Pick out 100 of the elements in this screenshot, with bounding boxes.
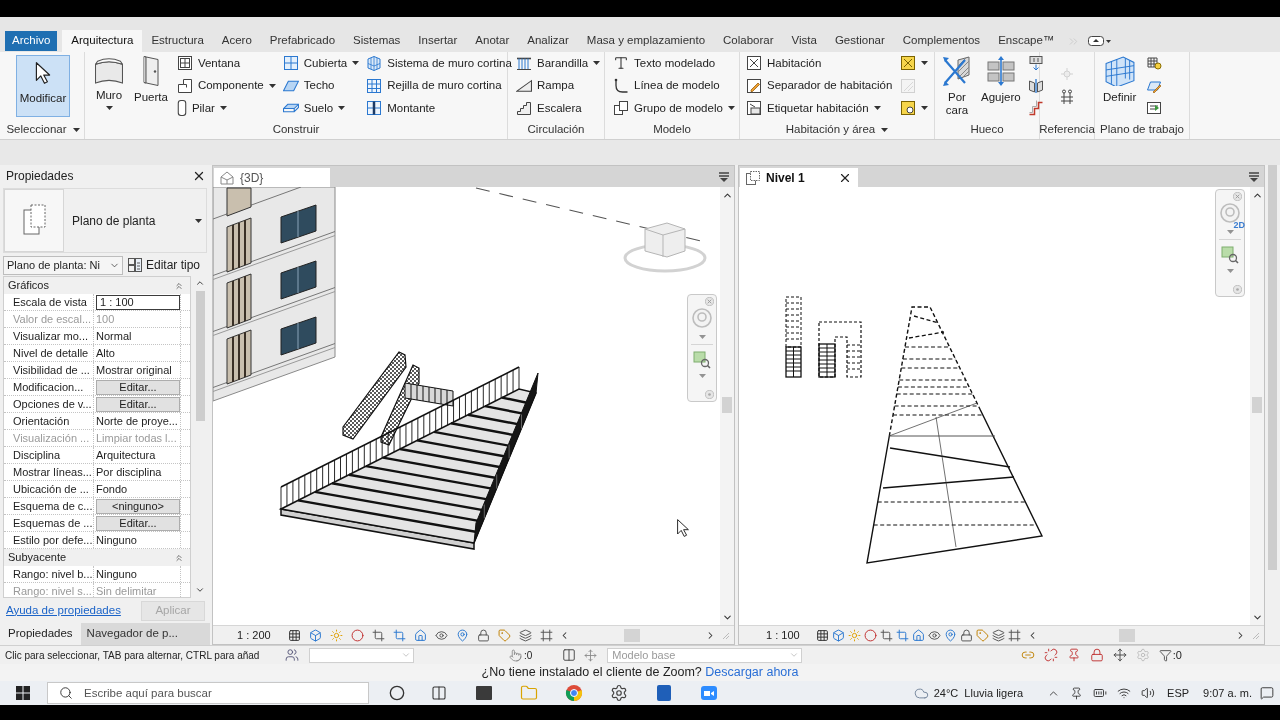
crop-icon[interactable] xyxy=(372,628,385,642)
sun-icon[interactable] xyxy=(848,628,861,642)
eye-icon[interactable] xyxy=(928,628,941,642)
scrollbar-thumb[interactable] xyxy=(1252,397,1262,413)
sun-icon[interactable] xyxy=(330,628,343,642)
search-field[interactable]: Escribe aquí para buscar xyxy=(47,682,369,704)
ribbon-tab[interactable]: Vista xyxy=(782,30,826,52)
tool-button[interactable]: Línea de modelo xyxy=(613,74,735,97)
help-link[interactable]: Ayuda de propiedades xyxy=(6,601,121,620)
tool-button[interactable]: Modificar xyxy=(16,55,70,117)
notification-icon[interactable] xyxy=(1260,686,1274,700)
tool-button[interactable]: Cubierta xyxy=(282,52,360,75)
tool-button[interactable]: Montante xyxy=(366,97,512,120)
ribbon-tab[interactable]: Anotar xyxy=(466,30,519,52)
lock-icon[interactable] xyxy=(960,628,973,642)
tool-button[interactable]: Texto modelado xyxy=(613,52,735,75)
view-tab[interactable]: Nivel 1 xyxy=(740,168,858,187)
crop-icon[interactable] xyxy=(896,628,909,642)
ribbon-tab[interactable]: Insertar xyxy=(409,30,467,52)
grid-icon[interactable] xyxy=(288,628,301,642)
tool-button[interactable]: Sistema de muro cortina xyxy=(366,52,512,75)
scrollbar-thumb[interactable] xyxy=(195,291,205,421)
type-selector[interactable]: Plano de planta xyxy=(3,188,207,253)
zoom-icon[interactable] xyxy=(693,351,711,369)
layers-icon[interactable] xyxy=(992,628,1005,642)
tool-button[interactable]: Grupo de modelo xyxy=(613,97,735,120)
scrollbar[interactable] xyxy=(1250,187,1264,625)
pin-icon[interactable] xyxy=(1070,686,1084,700)
tool-button[interactable]: Escalera xyxy=(516,97,601,120)
ribbon-tab[interactable]: Prefabricado xyxy=(260,30,345,52)
edit-type-button[interactable]: Editar tipo xyxy=(128,256,201,274)
property-button[interactable]: Editar... xyxy=(96,515,180,531)
volume-icon[interactable] xyxy=(1141,686,1156,700)
panel-tab[interactable]: Navegador de p... xyxy=(80,623,210,645)
close-circle-icon[interactable] xyxy=(1233,192,1242,201)
view-tab[interactable]: {3D} xyxy=(214,168,330,187)
windows-logo-icon[interactable] xyxy=(16,686,30,700)
property-button[interactable]: Editar... xyxy=(96,379,180,395)
pin-icon[interactable] xyxy=(1066,648,1081,662)
property-button[interactable]: <ninguno> xyxy=(96,498,180,514)
menu-icon[interactable] xyxy=(718,171,730,182)
browser-icon[interactable] xyxy=(565,684,583,702)
scrollbar[interactable] xyxy=(720,187,734,625)
circle-icon[interactable] xyxy=(389,685,405,701)
video-camera-icon[interactable] xyxy=(700,684,718,702)
property-input[interactable]: 1 : 100 xyxy=(96,294,180,310)
pin-icon[interactable] xyxy=(456,628,469,642)
square-icon[interactable] xyxy=(475,684,493,702)
gear-icon[interactable] xyxy=(610,684,628,702)
ribbon-tab[interactable]: Arquitectura xyxy=(62,30,143,52)
crop-icon[interactable] xyxy=(880,628,893,642)
panel-title-button[interactable]: Seleccionar xyxy=(6,121,80,139)
weather-text[interactable]: 24°C Lluvia ligera xyxy=(933,684,1024,702)
close-icon[interactable] xyxy=(192,169,206,183)
tool-button[interactable]: Definir xyxy=(1101,52,1139,105)
move-icon[interactable] xyxy=(1112,648,1127,662)
tool-button[interactable]: Etiquetar habitación xyxy=(746,97,893,120)
ribbon-tab[interactable]: Enscape™ xyxy=(989,30,1064,52)
ribbon-tab[interactable]: Acero xyxy=(212,30,261,52)
ribbon-tab[interactable]: Sistemas xyxy=(344,30,410,52)
scrollbar-thumb[interactable] xyxy=(722,397,732,413)
tool-button[interactable]: Componente xyxy=(176,74,276,97)
tool-button[interactable]: Agujero xyxy=(979,52,1023,105)
panel-title-button[interactable]: Habitación y área xyxy=(785,121,889,139)
pin-icon[interactable] xyxy=(944,628,957,642)
ribbon-tab[interactable]: Colaborar xyxy=(714,30,783,52)
menu-icon[interactable] xyxy=(1248,171,1260,182)
unlink-icon[interactable] xyxy=(1043,648,1058,662)
tool-button[interactable]: Ventana xyxy=(176,52,276,75)
tile-icon[interactable] xyxy=(655,684,673,702)
tag-icon[interactable] xyxy=(498,628,511,642)
tool-button[interactable]: Puerta xyxy=(132,52,170,105)
scrollbar-thumb[interactable] xyxy=(1268,165,1277,570)
scrollbar-thumb[interactable] xyxy=(1119,628,1136,642)
folder-icon[interactable] xyxy=(520,684,538,702)
lock-icon[interactable] xyxy=(1089,648,1104,662)
tool-button[interactable]: Rejilla de muro cortina xyxy=(366,74,512,97)
tag-icon[interactable] xyxy=(976,628,989,642)
tool-button[interactable]: Habitación xyxy=(746,52,893,75)
ribbon-tab[interactable]: Masa y emplazamiento xyxy=(577,30,715,52)
frame-icon[interactable] xyxy=(540,628,553,642)
pointer-icon[interactable] xyxy=(509,648,522,662)
frame-icon[interactable] xyxy=(1008,628,1021,642)
view-scale[interactable]: 1 : 100 xyxy=(766,629,800,641)
ribbon-tab[interactable]: Gestionar xyxy=(825,30,894,52)
grid-icon[interactable] xyxy=(816,628,829,642)
tool-button[interactable]: Suelo xyxy=(282,97,360,120)
tool-button[interactable]: Rampa xyxy=(516,74,601,97)
property-button[interactable]: Editar... xyxy=(96,396,180,412)
battery-icon[interactable] xyxy=(1093,686,1108,700)
eye-icon[interactable] xyxy=(435,628,448,642)
tool-button[interactable]: Por cara xyxy=(940,52,974,118)
ribbon-tab[interactable]: Complementos xyxy=(893,30,990,52)
file-tab[interactable]: Archivo xyxy=(5,31,58,51)
section-header[interactable]: Subyacente xyxy=(4,549,190,566)
cube-icon[interactable] xyxy=(309,628,322,642)
ribbon-tab[interactable]: Analizar xyxy=(518,30,578,52)
tool-button[interactable]: Barandilla xyxy=(516,52,601,75)
tool-button[interactable]: Muro xyxy=(93,52,125,111)
house-icon[interactable] xyxy=(912,628,925,642)
